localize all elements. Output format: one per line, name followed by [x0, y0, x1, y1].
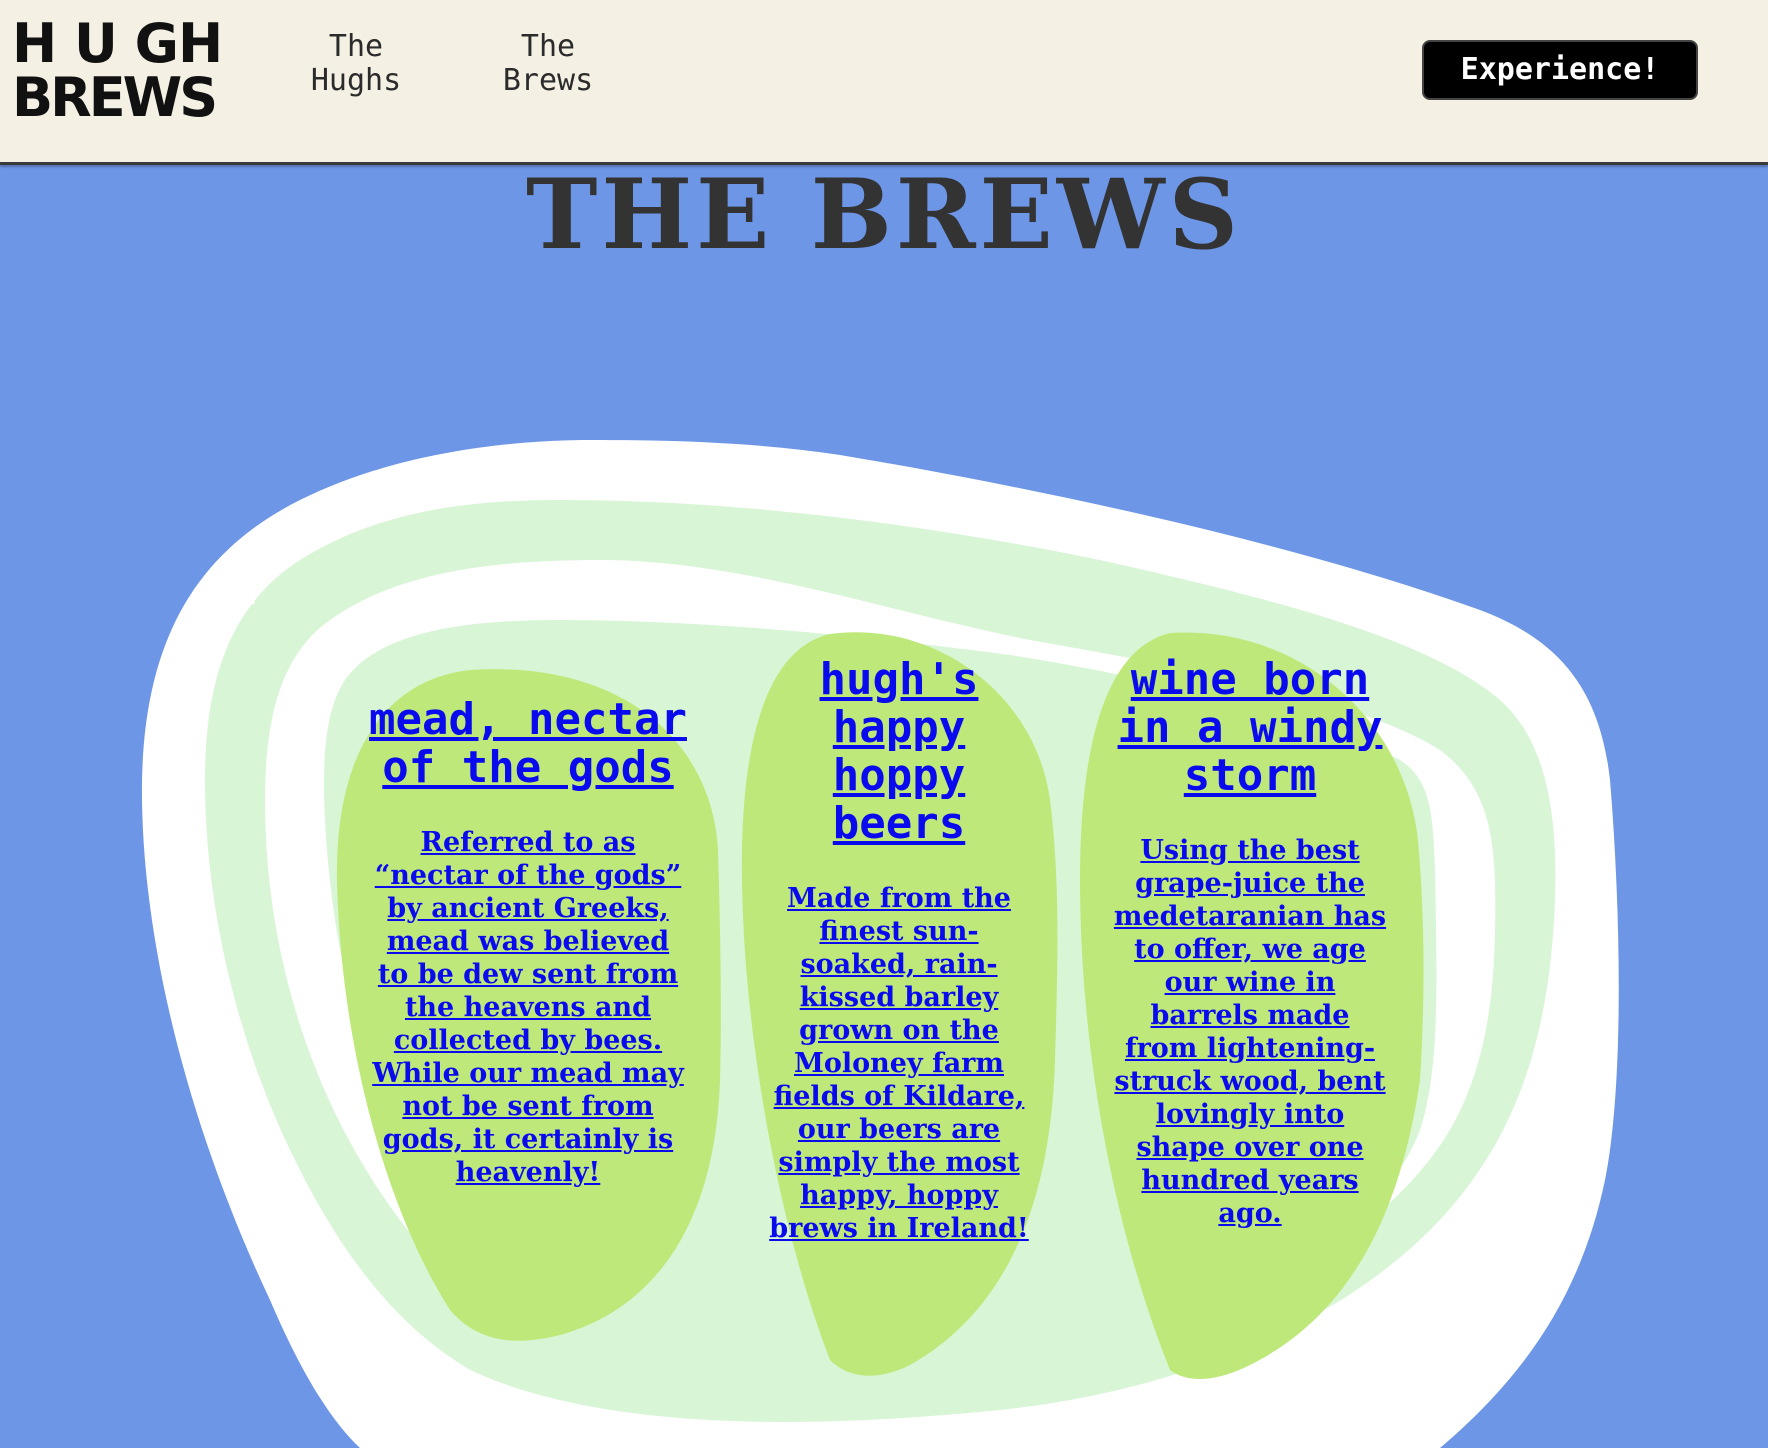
site-header: H U GH'S BREWS The Hughs The Brews Exper… [0, 0, 1768, 165]
brew-card-beer-title-link[interactable]: hugh's happy hoppy beers [820, 654, 979, 849]
nav-link-the-brews-line1: The [520, 29, 576, 64]
brew-card-beer: hugh's happy hoppy beers Made from the f… [764, 656, 1034, 1245]
brew-card-wine: wine born in a windy storm Using the bes… [1112, 656, 1388, 1230]
brew-card-mead: mead, nectar of the gods Referred to as … [368, 696, 688, 1189]
brew-card-beer-body-link[interactable]: Made from the finest sun-soaked, rain-ki… [769, 883, 1029, 1244]
nav-link-the-hughs-line1: The [328, 29, 384, 64]
nav-link-the-brews-line2: Brews [502, 63, 594, 98]
brand-logo[interactable]: H U GH'S BREWS [10, 14, 220, 122]
brew-card-wine-title-link[interactable]: wine born in a windy storm [1118, 654, 1383, 801]
brew-card-wine-body-link[interactable]: Using the best grape-juice the medetaran… [1114, 835, 1386, 1229]
page-title: THE BREWS [526, 158, 1242, 271]
logo-wordmark-icon: H U GH'S BREWS [12, 14, 220, 122]
nav-link-the-hughs-line2: Hughs [310, 63, 402, 98]
page: H U GH'S BREWS The Hughs The Brews Exper… [0, 0, 1768, 1448]
nav-link-the-hughs[interactable]: The Hughs [281, 30, 431, 98]
experience-button[interactable]: Experience! [1422, 40, 1698, 100]
brew-card-mead-title-link[interactable]: mead, nectar of the gods [369, 694, 687, 793]
nav-link-the-brews[interactable]: The Brews [473, 30, 623, 98]
svg-text:BREWS: BREWS [12, 66, 215, 122]
brew-card-mead-body-link[interactable]: Referred to as “nectar of the gods” by a… [372, 827, 684, 1188]
